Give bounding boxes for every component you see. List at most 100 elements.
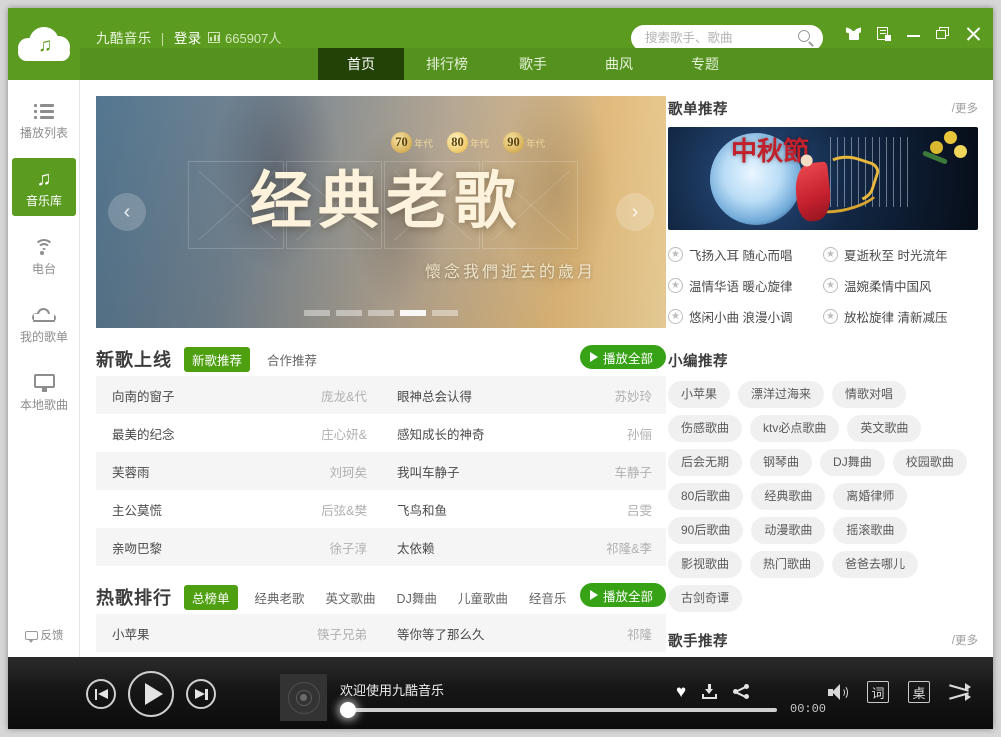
hero-carousel[interactable]: 70 年代 80 年代 90 年代 经典老歌 懷念我們逝去的歲月 ‹ › bbox=[96, 96, 666, 328]
table-row[interactable]: 向南的窗子 庞龙&代 bbox=[96, 376, 381, 414]
sidebar-item-radio[interactable]: 电台 bbox=[12, 226, 76, 284]
previous-button[interactable] bbox=[86, 679, 116, 709]
favorite-icon[interactable]: ♥ bbox=[676, 683, 686, 700]
tag-chip[interactable]: 情歌对唱 bbox=[832, 381, 907, 408]
cloud-icon bbox=[32, 303, 56, 327]
list-item[interactable]: ★ 飞扬入耳 随心而唱 bbox=[668, 239, 823, 270]
tag-chip[interactable]: 伤感歌曲 bbox=[668, 415, 743, 442]
progress-slider[interactable] bbox=[340, 702, 777, 718]
tag-chip[interactable]: 爸爸去哪儿 bbox=[832, 551, 919, 578]
login-link[interactable]: 登录 bbox=[174, 31, 202, 46]
sidebar-item-label: 电台 bbox=[31, 262, 56, 276]
table-row[interactable]: 太依赖 祁隆&李 bbox=[381, 528, 666, 566]
tag-chip[interactable]: 古剑奇谭 bbox=[668, 585, 743, 612]
monitor-icon bbox=[33, 371, 55, 395]
list-item[interactable]: ★ 悠闲小曲 浪漫小调 bbox=[668, 301, 823, 332]
restore-icon[interactable] bbox=[936, 26, 951, 41]
sidebar-item-playlist[interactable]: 播放列表 bbox=[12, 90, 76, 148]
tab-dj-music[interactable]: DJ舞曲 bbox=[393, 585, 441, 610]
progress-track[interactable] bbox=[340, 708, 777, 712]
song-name: 主公莫慌 bbox=[112, 503, 163, 518]
table-row[interactable]: 亲吻巴黎 徐子淳 bbox=[96, 528, 381, 566]
song-artist: 刘珂矣 bbox=[329, 465, 367, 480]
table-row[interactable]: 主公莫慌 后弦&樊 bbox=[96, 490, 381, 528]
skin-icon[interactable] bbox=[846, 26, 861, 41]
volume-icon[interactable] bbox=[828, 683, 848, 701]
nav-tab-genres[interactable]: 曲风 bbox=[576, 48, 662, 80]
tag-chip[interactable]: 英文歌曲 bbox=[847, 415, 922, 442]
tab-classic-songs[interactable]: 经典老歌 bbox=[251, 585, 309, 610]
tag-chip[interactable]: 90后歌曲 bbox=[668, 517, 744, 544]
progress-knob[interactable] bbox=[340, 702, 356, 718]
section-title: 热歌排行 bbox=[96, 588, 172, 608]
list-item[interactable]: ★ 温婉柔情中国风 bbox=[823, 270, 978, 301]
tab-partner-recommend[interactable]: 合作推荐 bbox=[263, 347, 321, 372]
playlist-poster[interactable]: 中秋節 bbox=[668, 127, 978, 230]
list-item[interactable]: ★ 温情华语 暖心旋律 bbox=[668, 270, 823, 301]
carousel-decades: 70 年代 80 年代 90 年代 bbox=[391, 132, 545, 153]
table-row[interactable]: 感知成长的神奇 孙俪 bbox=[381, 414, 666, 452]
carousel-dot[interactable] bbox=[304, 310, 330, 316]
carousel-dot[interactable] bbox=[432, 310, 458, 316]
play-all-hot-songs-button[interactable]: 播放全部 bbox=[579, 583, 666, 607]
nav-tab-charts[interactable]: 排行榜 bbox=[404, 48, 490, 80]
tag-chip[interactable]: 后会无期 bbox=[668, 449, 743, 476]
table-row[interactable]: 飞鸟和鱼 吕雯 bbox=[381, 490, 666, 528]
album-cover[interactable] bbox=[280, 674, 327, 721]
list-item[interactable]: ★ 放松旋律 清新减压 bbox=[823, 301, 978, 332]
sidebar-item-music-library[interactable]: ♫ 音乐库 bbox=[12, 158, 76, 216]
play-button[interactable] bbox=[128, 671, 174, 717]
lyrics-button[interactable]: 词 bbox=[867, 681, 889, 703]
more-link[interactable]: /更多 bbox=[952, 632, 978, 648]
table-row[interactable]: 最美的纪念 庄心妍& bbox=[96, 414, 381, 452]
sidebar-item-local-songs[interactable]: 本地歌曲 bbox=[12, 362, 76, 420]
tag-chip[interactable]: 钢琴曲 bbox=[750, 449, 813, 476]
tab-overall-chart[interactable]: 总榜单 bbox=[184, 584, 238, 610]
table-row[interactable]: 等你等了那么久 祁隆 bbox=[381, 614, 666, 652]
tag-chip[interactable]: 摇滚歌曲 bbox=[833, 517, 908, 544]
shuffle-icon[interactable] bbox=[949, 683, 971, 701]
tag-chip[interactable]: 离婚律师 bbox=[833, 483, 908, 510]
more-link[interactable]: /更多 bbox=[952, 100, 978, 116]
table-row[interactable]: 眼神总会认得 苏妙玲 bbox=[381, 376, 666, 414]
desktop-lyrics-button[interactable]: 桌 bbox=[908, 681, 930, 703]
carousel-dot[interactable] bbox=[336, 310, 362, 316]
list-item[interactable]: ★ 夏逝秋至 时光流年 bbox=[823, 239, 978, 270]
table-row[interactable]: 芙蓉雨 刘珂矣 bbox=[96, 452, 381, 490]
carousel-dot[interactable] bbox=[368, 310, 394, 316]
play-all-new-songs-button[interactable]: 播放全部 bbox=[579, 345, 666, 369]
tag-chip[interactable]: 80后歌曲 bbox=[668, 483, 744, 510]
tag-chip[interactable]: ktv必点歌曲 bbox=[750, 415, 840, 442]
search-icon[interactable] bbox=[797, 29, 815, 47]
close-icon[interactable] bbox=[966, 26, 981, 41]
next-button[interactable] bbox=[186, 679, 216, 709]
minimize-icon[interactable] bbox=[906, 26, 921, 41]
song-artist: 筷子兄弟 bbox=[316, 627, 367, 642]
table-row[interactable]: 我叫车静子 车静子 bbox=[381, 452, 666, 490]
nav-tab-topics[interactable]: 专题 bbox=[662, 48, 748, 80]
nav-tab-singers[interactable]: 歌手 bbox=[490, 48, 576, 80]
tag-chip[interactable]: 影视歌曲 bbox=[668, 551, 743, 578]
nav-tab-home[interactable]: 首页 bbox=[318, 48, 404, 80]
table-row[interactable]: 小苹果 筷子兄弟 bbox=[96, 614, 381, 652]
tag-chip[interactable]: DJ舞曲 bbox=[820, 449, 885, 476]
star-icon: ★ bbox=[823, 309, 838, 324]
tag-chip[interactable]: 校园歌曲 bbox=[892, 449, 967, 476]
feedback-button[interactable]: 反馈 bbox=[8, 627, 80, 644]
tab-english-songs[interactable]: 英文歌曲 bbox=[322, 585, 380, 610]
carousel-next-button[interactable]: › bbox=[616, 193, 654, 231]
tab-light-music[interactable]: 经音乐 bbox=[525, 585, 571, 610]
tag-chip[interactable]: 动漫歌曲 bbox=[751, 517, 826, 544]
tag-chip[interactable]: 经典歌曲 bbox=[751, 483, 826, 510]
carousel-dot-active[interactable] bbox=[400, 310, 426, 316]
tag-chip[interactable]: 漂洋过海来 bbox=[738, 381, 825, 408]
carousel-prev-button[interactable]: ‹ bbox=[108, 193, 146, 231]
tab-children-songs[interactable]: 儿童歌曲 bbox=[454, 585, 512, 610]
tag-chip[interactable]: 小苹果 bbox=[668, 381, 731, 408]
sidebar-item-my-playlists[interactable]: 我的歌单 bbox=[12, 294, 76, 352]
tag-chip[interactable]: 热门歌曲 bbox=[750, 551, 825, 578]
tab-new-recommend[interactable]: 新歌推荐 bbox=[184, 346, 251, 372]
share-icon[interactable] bbox=[733, 684, 750, 699]
download-icon[interactable] bbox=[702, 684, 718, 699]
menu-icon[interactable] bbox=[876, 26, 891, 41]
